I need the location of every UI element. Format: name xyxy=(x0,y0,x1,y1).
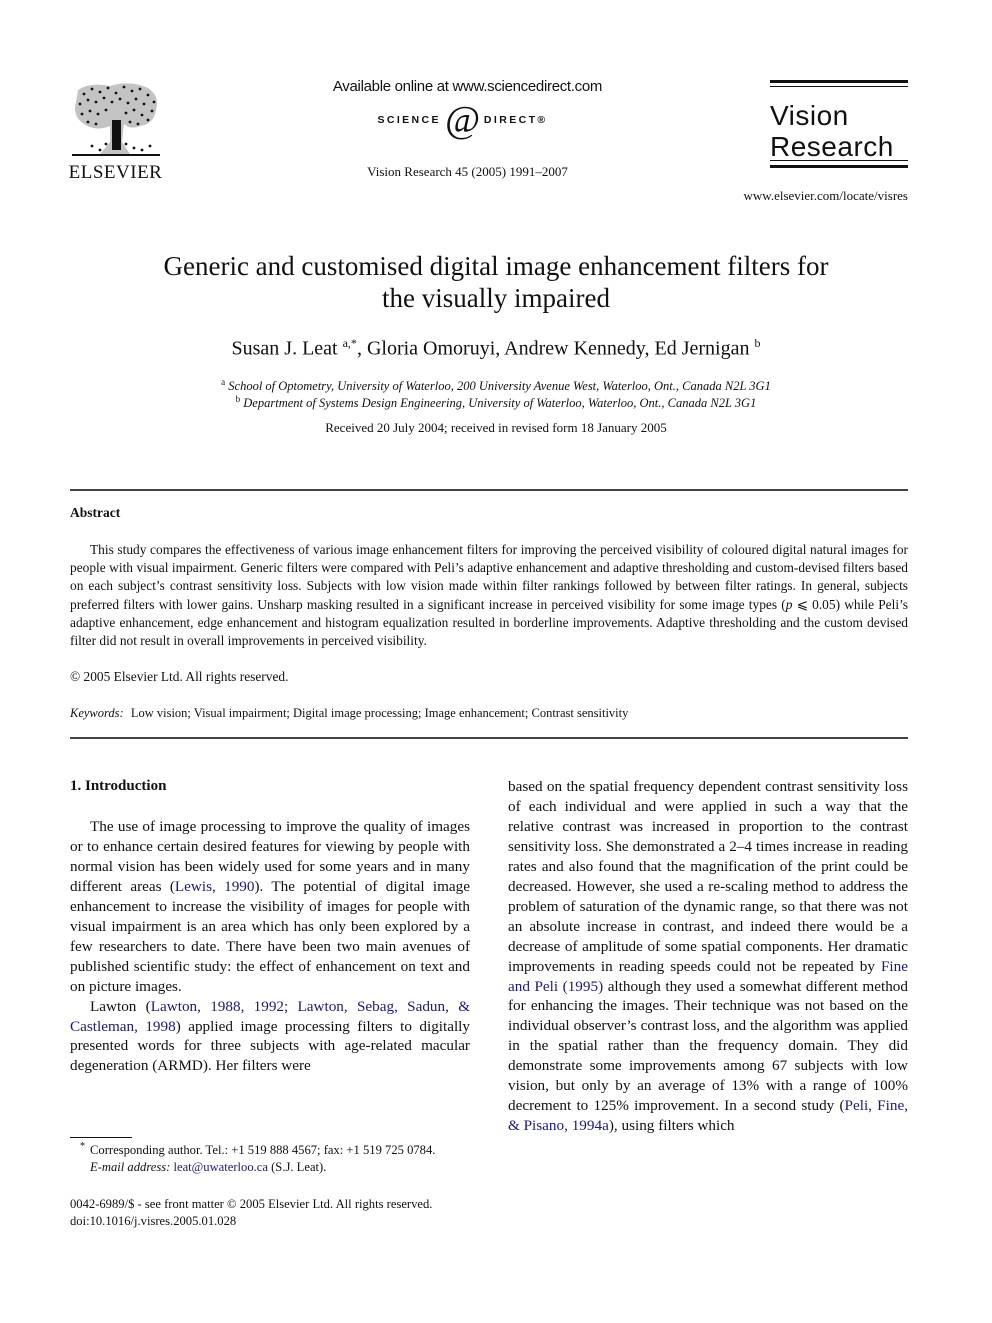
keywords-label: Keywords: xyxy=(70,706,124,720)
abstract-bottom-divider xyxy=(70,737,908,739)
affiliation-text: School of Optometry, University of Water… xyxy=(228,379,771,394)
keywords: Keywords: Low vision; Visual impairment;… xyxy=(70,706,908,721)
body-text: ). The potential of digital image enhanc… xyxy=(70,877,470,995)
author-separator: , xyxy=(495,337,505,360)
citation-link[interactable]: Lewis, 1990 xyxy=(175,878,255,895)
abstract-copyright: © 2005 Elsevier Ltd. All rights reserved… xyxy=(70,669,289,684)
email-link[interactable]: leat@uwaterloo.ca xyxy=(174,1160,268,1174)
author-separator: , xyxy=(644,337,655,360)
logo-rule xyxy=(770,80,908,83)
author-name[interactable]: Gloria Omoruyi xyxy=(367,338,495,360)
affiliation-a: a School of Optometry, University of Wat… xyxy=(90,377,902,394)
affiliation-mark: b xyxy=(235,394,241,404)
article-title: Generic and customised digital image enh… xyxy=(90,250,902,314)
available-online-text[interactable]: Available online at www.sciencedirect.co… xyxy=(320,78,615,95)
email-suffix: (S.J. Leat). xyxy=(267,1159,327,1174)
footnote-star: * xyxy=(80,1141,85,1152)
title-line: Generic and customised digital image enh… xyxy=(163,251,829,281)
keywords-list: Low vision; Visual impairment; Digital i… xyxy=(130,706,629,720)
intro-paragraph-2: Lawton (Lawton, 1988, 1992; Lawton, Seba… xyxy=(70,997,470,1077)
journal-logo-text: Vision Research xyxy=(770,100,894,162)
logo-rule xyxy=(770,165,908,168)
email-label: E-mail address: xyxy=(90,1159,171,1174)
author-separator: , xyxy=(356,337,367,360)
journal-url-link[interactable]: www.elsevier.com/locate/visres xyxy=(700,188,909,204)
author-list: Susan J. Leat a,*, Gloria Omoruyi, Andre… xyxy=(90,336,902,361)
body-text: Lawton ( xyxy=(90,997,151,1015)
sciencedirect-at-icon: @ xyxy=(444,99,480,141)
footnote-text: Corresponding author. Tel.: +1 519 888 4… xyxy=(90,1143,436,1157)
author-name[interactable]: Susan J. Leat xyxy=(232,338,338,360)
author-name[interactable]: Andrew Kennedy xyxy=(504,338,644,360)
journal-logo-line2: Research xyxy=(770,131,894,162)
abstract-paragraph: This study compares the effectiveness of… xyxy=(70,541,908,650)
body-text: ), using filters which xyxy=(608,1117,735,1135)
logo-rule xyxy=(770,86,908,87)
sciencedirect-logo[interactable]: SCIENCE @ DIRECT® xyxy=(345,100,580,140)
received-dates: Received 20 July 2004; received in revis… xyxy=(325,420,667,435)
front-matter: 0042-6989/$ - see front matter © 2005 El… xyxy=(70,1196,500,1230)
section-heading-introduction: 1. Introduction xyxy=(70,778,167,794)
intro-paragraph-2-continued: based on the spatial frequency dependent… xyxy=(508,777,908,1136)
abstract-top-divider xyxy=(70,489,908,491)
front-matter-line: 0042-6989/$ - see front matter © 2005 El… xyxy=(70,1197,433,1211)
footnote-rule xyxy=(70,1137,132,1138)
title-line: the visually impaired xyxy=(382,283,610,313)
abstract-heading: Abstract xyxy=(70,505,121,520)
affiliation-text: Department of Systems Design Engineering… xyxy=(243,396,757,411)
logo-rule xyxy=(770,160,908,161)
body-text: based on the spatial frequency dependent… xyxy=(508,778,908,975)
author-affiliation-mark: b xyxy=(754,336,761,350)
abstract-body: This study compares the effectiveness of… xyxy=(70,541,908,650)
vision-research-logo: Vision Research xyxy=(768,80,910,168)
journal-reference: Vision Research 45 (2005) 1991–2007 xyxy=(367,164,568,179)
author-affiliation-mark: a,* xyxy=(342,336,357,350)
affiliation-mark: a xyxy=(221,377,226,387)
left-column: The use of image processing to improve t… xyxy=(70,817,470,1076)
sciencedirect-science-text: SCIENCE xyxy=(377,114,441,126)
affiliation-b: b Department of Systems Design Engineeri… xyxy=(90,394,902,411)
elsevier-wordmark: ELSEVIER xyxy=(68,162,163,183)
sciencedirect-direct-text: DIRECT® xyxy=(483,114,548,126)
right-column: based on the spatial frequency dependent… xyxy=(508,777,908,1136)
footnote-corresponding: * Corresponding author. Tel.: +1 519 888… xyxy=(70,1141,490,1159)
doi[interactable]: doi:10.1016/j.visres.2005.01.028 xyxy=(70,1213,500,1230)
journal-logo-line1: Vision xyxy=(770,100,849,131)
elsevier-tree-icon xyxy=(72,83,160,156)
elsevier-logo: ELSEVIER xyxy=(68,78,163,183)
footnote: * Corresponding author. Tel.: +1 519 888… xyxy=(70,1141,490,1176)
intro-paragraph-1: The use of image processing to improve t… xyxy=(70,817,470,997)
footnote-email: E-mail address: leat@uwaterloo.ca (S.J. … xyxy=(70,1159,490,1176)
abstract-text: This study compares the effectiveness of… xyxy=(70,542,908,612)
body-text: although they used a somewhat different … xyxy=(508,977,908,1115)
author-name[interactable]: Ed Jernigan xyxy=(654,338,749,360)
